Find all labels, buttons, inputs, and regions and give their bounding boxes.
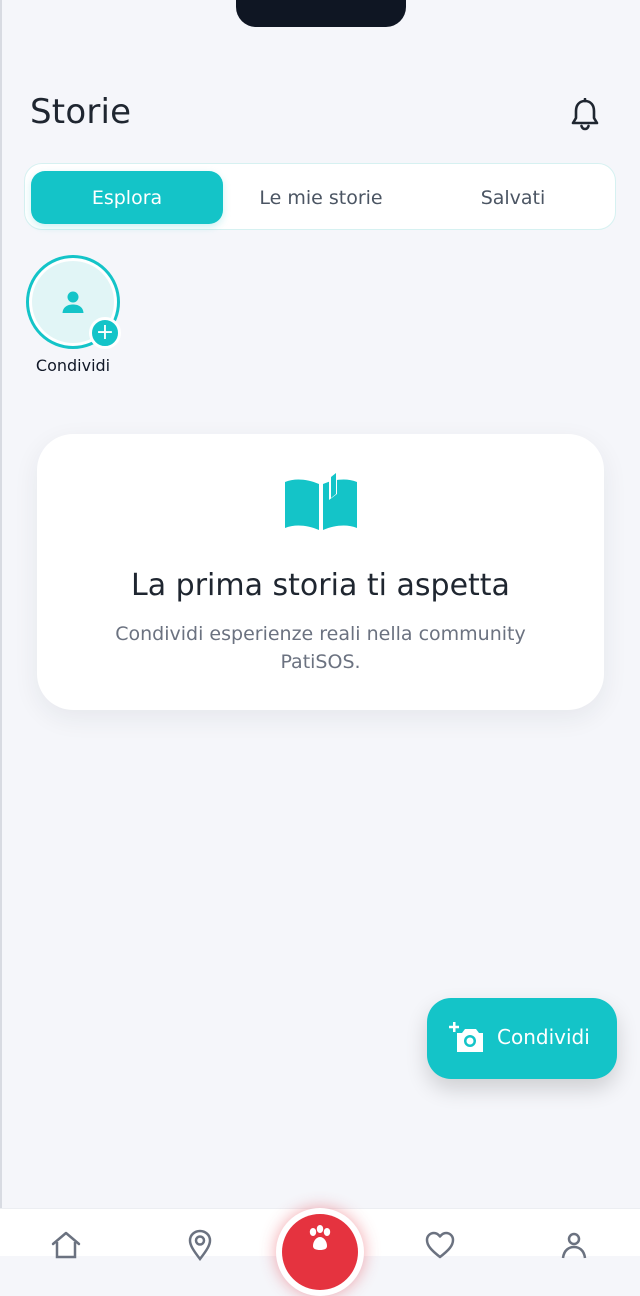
- bell-icon: [571, 98, 599, 131]
- tab-salvati[interactable]: Salvati: [417, 171, 609, 224]
- notifications-button[interactable]: [566, 96, 604, 134]
- plus-icon: +: [95, 320, 115, 345]
- profile-icon[interactable]: [558, 1229, 590, 1261]
- empty-state-card: La prima storia ti aspetta Condividi esp…: [37, 434, 604, 710]
- add-story-label: Condividi: [35, 356, 111, 375]
- share-story-fab[interactable]: Condividi: [427, 998, 617, 1079]
- page-title: Storie: [30, 92, 132, 132]
- device-notch: [236, 0, 406, 27]
- paw-icon: [309, 1225, 331, 1250]
- share-story-fab-label: Condividi: [497, 1025, 590, 1049]
- map-pin-icon[interactable]: [184, 1229, 216, 1261]
- heart-icon[interactable]: [424, 1229, 456, 1261]
- tab-le-mie-storie[interactable]: Le mie storie: [225, 171, 417, 224]
- home-icon[interactable]: [50, 1229, 82, 1261]
- device-frame-edge: [0, 0, 2, 1255]
- person-icon: [62, 291, 84, 313]
- empty-state-title: La prima storia ti aspetta: [131, 568, 510, 603]
- empty-state-description: Condividi esperienze reali nella communi…: [115, 623, 526, 673]
- open-book-icon: [285, 470, 357, 530]
- add-camera-icon: [449, 1022, 483, 1052]
- tab-esplora[interactable]: Esplora: [31, 171, 223, 224]
- stories-tab-bar: Esplora Le mie storie Salvati: [24, 163, 616, 230]
- add-story-plus-button[interactable]: +: [89, 317, 121, 349]
- sos-paw-button-fill: [282, 1214, 358, 1290]
- sos-paw-button[interactable]: [276, 1208, 364, 1296]
